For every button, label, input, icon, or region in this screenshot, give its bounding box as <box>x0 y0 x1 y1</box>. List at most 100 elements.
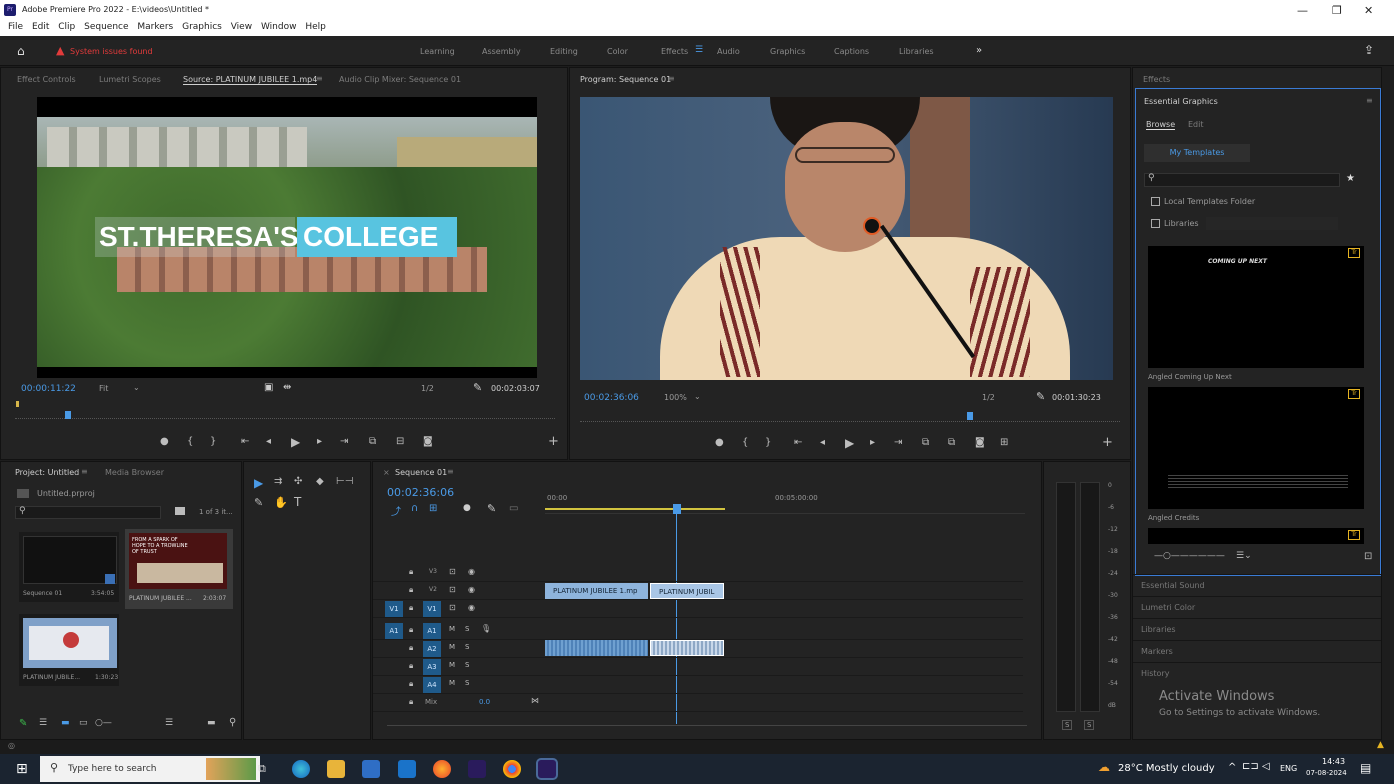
selection-tool-icon[interactable]: ▶ <box>254 476 263 490</box>
timeline-close-icon[interactable]: × <box>383 468 390 477</box>
toggle-sync-icon[interactable]: ⊡ <box>449 585 456 594</box>
notifications-icon[interactable]: ▤ <box>1360 761 1371 775</box>
menu-markers[interactable]: Markers <box>137 22 173 32</box>
ripple-edit-tool-icon[interactable]: ✣ <box>294 476 302 487</box>
source-resolution-select[interactable]: 1/2 <box>421 384 434 393</box>
warning-icon[interactable]: ▲ <box>1377 740 1384 750</box>
clock-date[interactable]: 07-08-2024 <box>1306 769 1347 777</box>
zoom-slider[interactable]: ○— <box>95 718 112 728</box>
maximize-button[interactable]: ❐ <box>1332 4 1342 17</box>
solo-icon[interactable]: S <box>465 661 469 669</box>
section-libraries[interactable]: Libraries <box>1133 618 1381 640</box>
tab-sequence[interactable]: Sequence 01 <box>395 468 447 477</box>
mic-icon[interactable]: 🎙︎ <box>481 624 491 633</box>
share-icon[interactable]: ⇪ <box>1364 43 1374 57</box>
eye-icon[interactable]: ◉ <box>468 585 475 594</box>
toggle-sync-icon[interactable]: ⊡ <box>449 567 456 576</box>
program-resolution-select[interactable]: 1/2 <box>982 393 995 402</box>
track-a3-label[interactable]: A3 <box>423 659 441 675</box>
section-lumetri-color[interactable]: Lumetri Color <box>1133 596 1381 618</box>
file-explorer-icon[interactable] <box>327 760 345 778</box>
source-playhead[interactable] <box>65 411 71 419</box>
program-export-frame-icon[interactable]: ◙ <box>975 437 985 448</box>
lock-icon[interactable]: 🔒︎ <box>409 603 413 613</box>
more-workspaces-button[interactable]: » <box>976 45 982 56</box>
source-fit-select[interactable]: Fit <box>99 384 108 393</box>
audio-clip-1[interactable] <box>545 640 648 656</box>
tab-lumetri-scopes[interactable]: Lumetri Scopes <box>99 75 161 84</box>
workspace-color[interactable]: Color <box>607 47 628 56</box>
settings-icon[interactable]: ▣ <box>264 382 273 393</box>
minimize-button[interactable]: — <box>1297 4 1308 17</box>
project-item-sequence[interactable]: Sequence 01 3:54:05 <box>19 532 119 602</box>
video-clip-1[interactable]: PLATINUM JUBILEE 1.mp <box>545 583 648 599</box>
source-patch-a1[interactable]: A1 <box>385 623 403 639</box>
menu-file[interactable]: File <box>8 22 23 32</box>
lock-icon[interactable]: 🔒︎ <box>409 585 413 595</box>
program-menu-icon[interactable]: ≡ <box>668 74 675 83</box>
program-go-to-out-icon[interactable]: ⇥ <box>894 437 902 448</box>
snap-icon[interactable]: ∩ <box>411 503 418 514</box>
project-search-input[interactable] <box>15 506 161 519</box>
effects-panel-header[interactable]: Effects <box>1143 75 1170 84</box>
audio-clip-2[interactable] <box>650 640 724 656</box>
workspace-editing[interactable]: Editing <box>550 47 578 56</box>
solo-right-button[interactable]: S <box>1084 720 1095 730</box>
tab-source[interactable]: Source: PLATINUM JUBILEE 1.mp4 <box>183 75 318 85</box>
taskbar-search-box[interactable]: ⚲ Type here to search <box>40 756 260 782</box>
edge-icon[interactable] <box>292 760 310 778</box>
template-card-3[interactable]: Tr <box>1148 528 1364 544</box>
wrench-icon[interactable]: ✎ <box>473 381 482 394</box>
sort-icon[interactable]: ☰ <box>165 718 173 728</box>
program-add-marker-icon[interactable]: ● <box>715 437 724 448</box>
project-menu-icon[interactable]: ≡ <box>81 467 88 476</box>
lock-icon[interactable]: 🔒︎ <box>409 697 413 707</box>
menu-clip[interactable]: Clip <box>58 22 75 32</box>
timeline-wrench-icon[interactable]: ✎ <box>487 502 496 515</box>
section-essential-sound[interactable]: Essential Sound <box>1133 574 1381 596</box>
insert-icon[interactable]: ⇹ <box>283 382 291 393</box>
go-to-out-icon[interactable]: ⇥ <box>340 436 348 447</box>
track-a4-label[interactable]: A4 <box>423 677 441 693</box>
program-playhead[interactable] <box>967 412 973 420</box>
mix-value[interactable]: 0.0 <box>479 698 490 706</box>
premiere-active-icon[interactable] <box>538 760 556 778</box>
tab-edit[interactable]: Edit <box>1188 120 1204 129</box>
workspace-audio[interactable]: Audio <box>717 47 740 56</box>
favorites-star-icon[interactable]: ★ <box>1346 173 1355 184</box>
zoom-chevron-down-icon[interactable]: ⌄ <box>694 392 701 401</box>
step-forward-icon[interactable]: ▸ <box>317 436 322 447</box>
lock-icon[interactable]: 🔒︎ <box>409 625 413 635</box>
pen-icon[interactable]: ✎ <box>19 718 27 729</box>
solo-icon[interactable]: S <box>465 625 469 633</box>
add-marker-icon[interactable]: ● <box>160 436 169 447</box>
source-timecode[interactable]: 00:00:11:22 <box>21 384 76 394</box>
source-patch-v1[interactable]: V1 <box>385 601 403 617</box>
local-templates-checkbox[interactable] <box>1151 197 1160 206</box>
workspace-assembly[interactable]: Assembly <box>482 47 521 56</box>
network-icon[interactable]: ⊏⊐ <box>1242 761 1259 772</box>
project-find-icon[interactable]: ⚲ <box>229 717 236 728</box>
language-indicator[interactable]: ENG <box>1280 764 1297 773</box>
comparison-view-icon[interactable]: ⊞ <box>1000 437 1008 448</box>
toggle-sync-icon[interactable]: ⊡ <box>449 603 456 612</box>
weather-icon[interactable]: ☁ <box>1098 760 1110 774</box>
tray-chevron-icon[interactable]: ^ <box>1228 762 1236 773</box>
my-templates-button[interactable]: My Templates <box>1144 144 1250 162</box>
export-frame-icon[interactable]: ◙ <box>423 436 433 447</box>
project-item-clip-1[interactable]: FROM A SPARK OF HOPE TO A TROWLINE OF TR… <box>125 529 233 609</box>
menu-help[interactable]: Help <box>305 22 326 32</box>
task-view-icon[interactable]: ⧉ <box>258 762 266 776</box>
program-go-to-in-icon[interactable]: ⇤ <box>794 437 802 448</box>
solo-icon[interactable]: S <box>465 679 469 687</box>
slip-tool-icon[interactable]: ⊢⊣ <box>336 476 353 487</box>
program-mark-out-icon[interactable]: } <box>765 437 771 448</box>
timeline-marker-icon[interactable]: ● <box>463 503 471 513</box>
tab-effect-controls[interactable]: Effect Controls <box>17 75 76 84</box>
fit-chevron-down-icon[interactable]: ⌄ <box>133 383 140 392</box>
time-ruler[interactable]: 00:00 00:05:00:00 <box>545 488 1025 514</box>
section-markers[interactable]: Markers <box>1133 640 1381 662</box>
source-add-button-icon[interactable]: + <box>548 434 559 449</box>
libraries-checkbox[interactable] <box>1151 219 1160 228</box>
program-step-back-icon[interactable]: ◂ <box>820 437 825 448</box>
